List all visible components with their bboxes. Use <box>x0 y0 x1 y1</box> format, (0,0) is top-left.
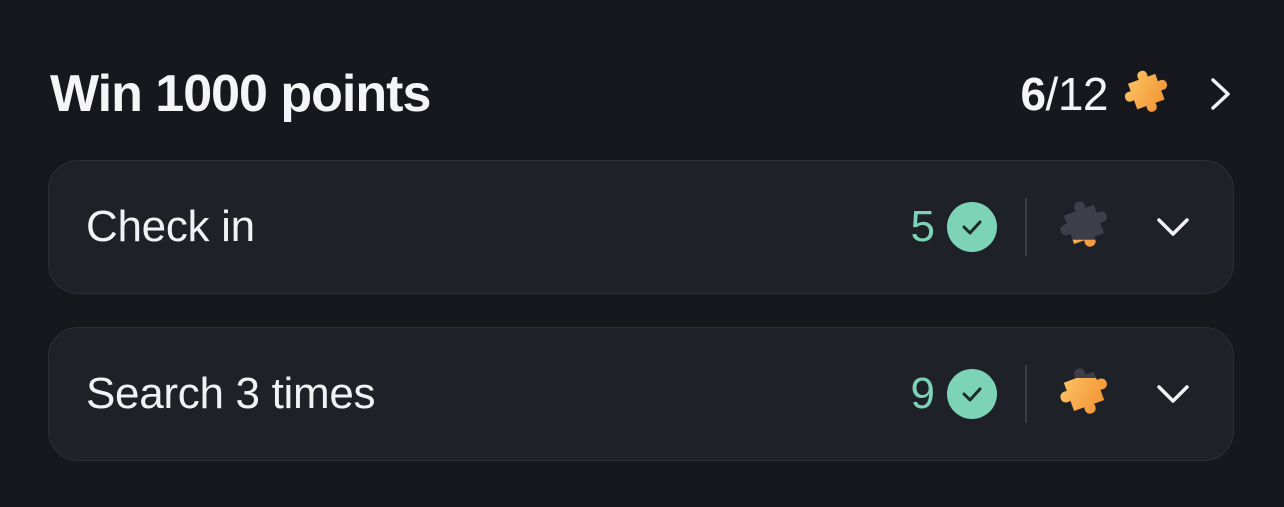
progress-total: /12 <box>1045 68 1109 120</box>
task-label: Search 3 times <box>86 369 376 418</box>
chevron-down-icon[interactable] <box>1155 215 1191 239</box>
task-card-search[interactable]: Search 3 times 9 <box>48 327 1234 461</box>
task-label: Check in <box>86 202 255 251</box>
task-count: 9 <box>910 369 935 418</box>
puzzle-piece-icon <box>1055 195 1119 259</box>
puzzle-piece-icon <box>1055 362 1119 426</box>
task-count: 5 <box>910 202 935 251</box>
task-card-check-in[interactable]: Check in 5 <box>48 160 1234 294</box>
chevron-down-icon[interactable] <box>1155 382 1191 406</box>
divider <box>1025 198 1027 256</box>
check-circle-icon <box>947 202 997 252</box>
divider <box>1025 365 1027 423</box>
header: Win 1000 points 6/12 <box>50 58 1234 130</box>
progress-summary-link[interactable]: 6/12 <box>1020 65 1234 123</box>
progress-counter: 6/12 <box>1020 67 1108 121</box>
chevron-right-icon[interactable] <box>1208 75 1234 113</box>
check-circle-icon <box>947 369 997 419</box>
puzzle-piece-icon <box>1120 65 1178 123</box>
progress-done: 6 <box>1020 68 1046 120</box>
page-title: Win 1000 points <box>50 65 431 123</box>
